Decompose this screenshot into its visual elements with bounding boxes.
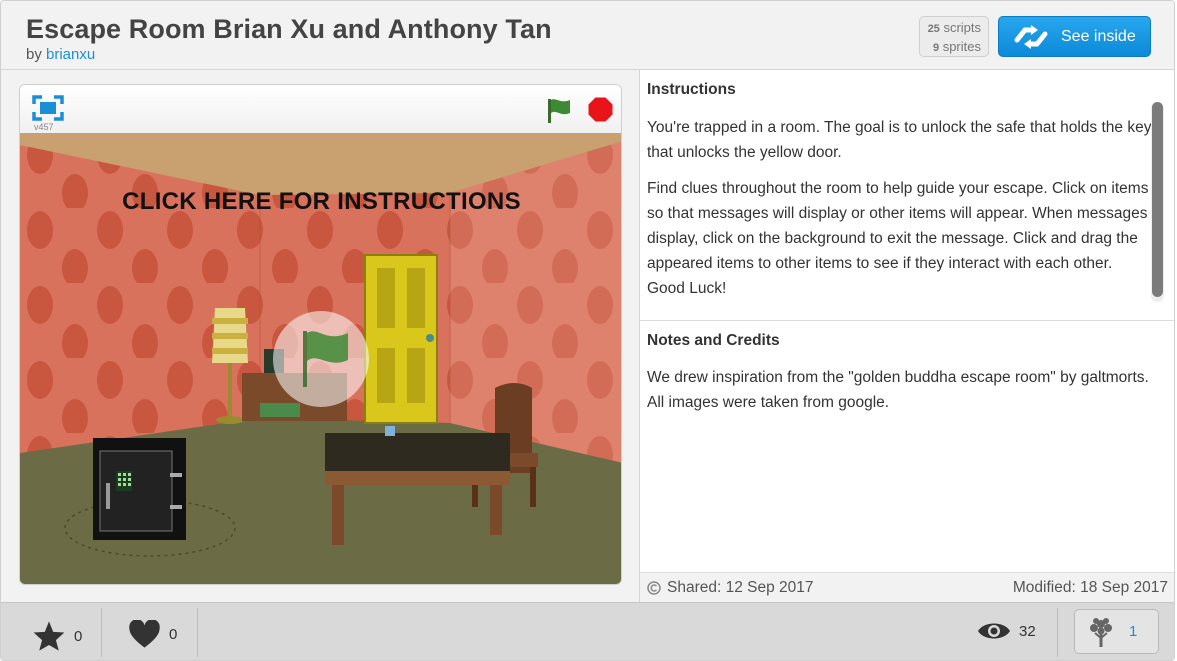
player-version: v457 [34, 122, 54, 132]
love-button[interactable]: 0 [128, 620, 177, 649]
remix-tree-icon [1090, 617, 1112, 647]
sprites-label: sprites [942, 39, 981, 54]
star-icon [33, 621, 65, 651]
player-controls: v457 [20, 85, 621, 133]
instructions-paragraph: Find clues throughout the room to help g… [647, 180, 1149, 297]
instructions-paragraph: You're trapped in a room. The goal is to… [647, 119, 1152, 161]
byline: by brianxu [26, 46, 95, 63]
project-header: Escape Room Brian Xu and Anthony Tan by … [1, 1, 1174, 70]
stat-separator [1057, 608, 1058, 657]
favorite-count: 0 [74, 627, 83, 645]
favorite-button[interactable]: 0 [32, 620, 82, 652]
by-prefix: by [26, 46, 42, 63]
project-page: Escape Room Brian Xu and Anthony Tan by … [0, 0, 1175, 661]
eye-icon [978, 623, 1010, 639]
remix-tree-button[interactable]: 1 [1074, 609, 1159, 654]
heart-icon [129, 620, 160, 648]
fullscreen-icon[interactable] [32, 95, 64, 121]
remix-arrows-icon [1014, 24, 1048, 49]
love-count: 0 [169, 626, 178, 643]
stage-caption: CLICK HERE FOR INSTRUCTIONS [122, 188, 521, 215]
notes-body: We drew inspiration from the "golden bud… [647, 369, 1149, 411]
scripts-label: scripts [943, 20, 981, 35]
shared-date-text: Shared: 12 Sep 2017 [667, 579, 814, 596]
green-flag-icon[interactable] [545, 97, 573, 125]
scrollbar-thumb[interactable] [1152, 102, 1163, 297]
instructions-body: You're trapped in a room. The goal is to… [647, 115, 1152, 312]
stat-separator [197, 608, 198, 657]
instructions-title: Instructions [647, 81, 736, 98]
see-inside-label: See inside [1061, 27, 1136, 45]
modified-date: Modified: 18 Sep 2017 [1012, 579, 1168, 596]
project-dates: Shared: 12 Sep 2017 Modified: 18 Sep 201… [640, 572, 1174, 602]
instructions-scrollbar[interactable] [1151, 102, 1164, 302]
section-divider [640, 320, 1174, 321]
views-stat: 32 [977, 620, 1036, 642]
project-title: Escape Room Brian Xu and Anthony Tan [26, 14, 552, 44]
notes-title: Notes and Credits [647, 332, 780, 349]
project-stats-bar: 0 0 32 1 [1, 602, 1174, 660]
project-player: v457 CLICK HERE FOR INSTRUCTIONS [19, 84, 622, 585]
project-stage[interactable]: CLICK HERE FOR INSTRUCTIONS [20, 133, 621, 584]
scripts-count: 25 [927, 23, 940, 35]
remix-count: 1 [1129, 623, 1138, 640]
project-counts: 25 scripts 9 sprites [919, 16, 989, 57]
see-inside-button[interactable]: See inside [998, 16, 1151, 57]
sprites-count: 9 [932, 42, 940, 54]
stop-sign-icon[interactable] [588, 97, 613, 122]
project-info-panel: Instructions You're trapped in a room. T… [639, 70, 1174, 602]
views-count: 32 [1019, 622, 1036, 640]
stat-separator [101, 608, 102, 657]
shared-icon [647, 581, 661, 595]
shared-date: Shared: 12 Sep 2017 [647, 579, 814, 597]
author-link[interactable]: brianxu [46, 46, 95, 63]
